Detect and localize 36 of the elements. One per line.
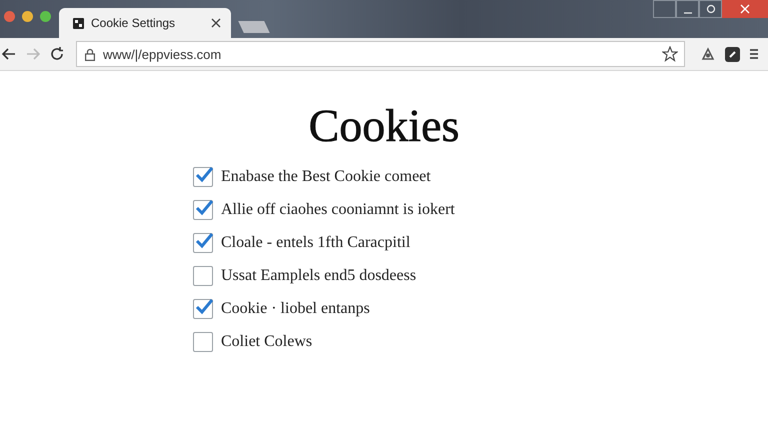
checkbox[interactable] — [193, 233, 213, 253]
option-label: Enabase the Best Cookie comeet — [221, 168, 431, 186]
menu-icon[interactable] — [750, 48, 758, 60]
back-icon[interactable] — [2, 48, 16, 60]
close-button[interactable] — [722, 0, 768, 18]
page-heading: Cookies — [308, 99, 460, 152]
option-label: Ussat Eamplels end5 dosdeess — [221, 267, 416, 285]
extension-icon[interactable] — [725, 46, 740, 62]
grid-icon — [73, 18, 84, 28]
address-bar[interactable]: www/|/eppviess.com — [76, 41, 685, 67]
minimize-dot[interactable] — [22, 11, 33, 22]
close-tab-icon[interactable] — [211, 18, 221, 28]
circle-icon — [706, 4, 716, 14]
minimize-icon — [682, 12, 692, 14]
close-icon — [740, 4, 750, 14]
option-label: Cloale - entels 1fth Caracpitil — [221, 234, 410, 252]
window-button[interactable] — [653, 0, 676, 18]
lock-icon — [85, 48, 95, 60]
checkbox[interactable] — [193, 167, 213, 187]
checkbox[interactable] — [193, 299, 213, 319]
option-label: Coliet Colews — [221, 333, 312, 351]
new-tab-button[interactable] — [238, 21, 270, 33]
option-label: Allie off ciaohes cooniamnt is iokert — [221, 201, 455, 219]
reload-icon[interactable] — [50, 47, 64, 61]
browser-tab[interactable]: Cookie Settings — [59, 8, 231, 38]
restore-button[interactable] — [699, 0, 722, 18]
checkbox[interactable] — [193, 266, 213, 286]
option-label: Cookie · liobel entanps — [221, 300, 370, 318]
extension-icon[interactable] — [701, 47, 715, 61]
maximize-dot[interactable] — [40, 11, 51, 22]
checkbox[interactable] — [193, 200, 213, 220]
star-icon[interactable] — [662, 46, 678, 62]
url-text: www/|/eppviess.com — [103, 46, 222, 62]
tab-title: Cookie Settings — [91, 16, 176, 30]
close-dot[interactable] — [4, 11, 15, 22]
checkbox[interactable] — [193, 332, 213, 352]
